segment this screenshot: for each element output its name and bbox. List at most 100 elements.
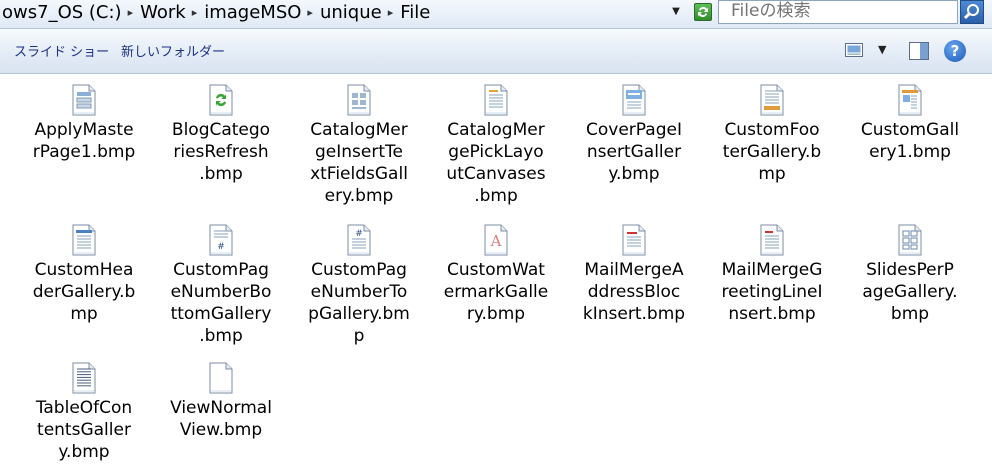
file-name: SlidesPerP ageGallery. bmp (852, 259, 968, 325)
file-name-line: TableOfCon (35, 398, 133, 418)
file-name-line: CustomHea (34, 260, 134, 280)
file-name-line: rPage1.bmp (32, 142, 136, 162)
file-name: MailMergeA ddressBloc kInsert.bmp (576, 259, 692, 325)
file-name-line: CustomPag (311, 260, 407, 280)
file-name-line: utCanvases (446, 164, 546, 184)
file-name-line: ry.bmp (466, 304, 526, 324)
breadcrumb-separator-icon[interactable]: ▸ (124, 6, 139, 19)
file-item[interactable]: ApplyMaste rPage1.bmp (26, 84, 142, 163)
breadcrumb-separator-icon[interactable]: ▸ (188, 6, 203, 19)
new-folder-button[interactable]: 新しいフォルダー (121, 41, 225, 60)
file-name-line: y.bmp (58, 442, 110, 462)
file-name: CustomGall ery1.bmp (852, 119, 968, 163)
file-item[interactable]: A CustomWat ermarkGalle ry.bmp (438, 224, 554, 325)
file-name: TableOfCon tentsGaller y.bmp (26, 397, 142, 463)
file-name: CatalogMer geInsertTe xtFieldsGall ery.bmp (301, 119, 417, 207)
file-name-line: ViewNormal (170, 398, 272, 418)
file-name-line: ermarkGalle (443, 282, 549, 302)
file-name-line: geInsertTe (315, 142, 403, 162)
catalog-layout-icon (483, 84, 509, 116)
breadcrumb-item[interactable]: ows7_OS (C:) (0, 2, 124, 23)
refresh-icon (698, 6, 708, 18)
file-name-line: .bmp (474, 186, 518, 206)
greeting-line-icon (759, 224, 785, 256)
search-button[interactable] (960, 0, 984, 24)
search-icon (963, 4, 979, 20)
file-item[interactable]: ViewNormal View.bmp (163, 362, 279, 441)
file-item[interactable]: CustomGall ery1.bmp (852, 84, 968, 163)
file-name-line: y.bmp (608, 164, 660, 184)
file-name-line: CatalogMer (447, 120, 545, 140)
header-page-icon (71, 224, 97, 256)
file-item[interactable]: # CustomPag eNumberBo ttomGallery .bmp (163, 224, 279, 347)
file-name-line: CoverPageI (586, 120, 682, 140)
file-name: CustomHea derGallery.b mp (26, 259, 142, 325)
command-bar: スライド ショー 新しいフォルダー ▼ ? (0, 29, 992, 74)
file-item[interactable]: MailMergeG reetingLineI nsert.bmp (714, 224, 830, 325)
file-item[interactable]: CatalogMer geInsertTe xtFieldsGall ery.bmp (301, 84, 417, 207)
breadcrumb-separator-icon[interactable]: ▸ (384, 6, 399, 19)
file-name-line: riesRefresh (173, 142, 269, 162)
file-name-line: xtFieldsGall (310, 164, 408, 184)
slideshow-button[interactable]: スライド ショー (14, 41, 109, 60)
file-name-line: reetingLineI (721, 282, 823, 302)
file-name-line: ageGallery. (862, 282, 958, 302)
file-name-line: CatalogMer (310, 120, 408, 140)
cover-page-icon (621, 84, 647, 116)
breadcrumb-item[interactable]: Work (138, 2, 188, 23)
svg-text:#: # (355, 229, 363, 239)
refresh-button[interactable] (694, 3, 712, 21)
file-name: ViewNormal View.bmp (163, 397, 279, 441)
breadcrumb-separator-icon[interactable]: ▸ (303, 6, 318, 19)
file-name-line: eNumberBo (170, 282, 272, 302)
page-number-top-icon: # (346, 224, 372, 256)
file-name-line: mp (70, 304, 98, 324)
file-item[interactable]: SlidesPerP ageGallery. bmp (852, 224, 968, 325)
watermark-page-icon: A (483, 224, 509, 256)
file-name-line: mp (758, 164, 786, 184)
file-name: CustomPag eNumberTo pGallery.bm p (301, 259, 417, 347)
search-input[interactable] (719, 1, 957, 21)
view-options-icon[interactable] (845, 43, 863, 57)
custom-gallery-icon (897, 84, 923, 116)
file-item[interactable]: TableOfCon tentsGaller y.bmp (26, 362, 142, 463)
slides-per-page-icon (897, 224, 923, 256)
file-item[interactable]: CustomHea derGallery.b mp (26, 224, 142, 325)
file-name-line: p (353, 326, 365, 346)
address-bar: ows7_OS (C:) ▸ Work ▸ imageMSO ▸ unique ▸ File ▼ (0, 0, 992, 29)
file-item[interactable]: CatalogMer gePickLayo utCanvases .bmp (438, 84, 554, 207)
breadcrumb-item[interactable]: imageMSO (202, 2, 303, 23)
file-name-line: terGallery.b (722, 142, 822, 162)
file-name-line: View.bmp (179, 420, 263, 440)
file-name-line: .bmp (199, 326, 243, 346)
file-name-line: derGallery.b (32, 282, 136, 302)
table-of-contents-icon (71, 362, 97, 394)
help-icon[interactable]: ? (944, 40, 966, 62)
file-name-line: ttomGallery (170, 304, 272, 324)
breadcrumb-item[interactable]: unique (318, 2, 384, 23)
file-item[interactable]: MailMergeA ddressBloc kInsert.bmp (576, 224, 692, 325)
file-item[interactable]: # CustomPag eNumberTo pGallery.bm p (301, 224, 417, 347)
file-name-line: CustomPag (173, 260, 269, 280)
file-name-line: .bmp (199, 164, 243, 184)
file-name: ApplyMaste rPage1.bmp (26, 119, 142, 163)
file-name-line: kInsert.bmp (582, 304, 686, 324)
view-chevron-down-icon[interactable]: ▼ (878, 43, 886, 56)
address-block-icon (621, 224, 647, 256)
file-name-line: CustomGall (860, 120, 960, 140)
breadcrumb: ows7_OS (C:) ▸ Work ▸ imageMSO ▸ unique ▸ File (0, 0, 690, 24)
preview-pane-icon[interactable] (909, 42, 929, 60)
file-name-line: nsertGaller (586, 142, 682, 162)
file-name-line: pGallery.bm (308, 304, 410, 324)
file-item[interactable]: BlogCatego riesRefresh .bmp (163, 84, 279, 185)
file-item[interactable]: CustomFoo terGallery.b mp (714, 84, 830, 185)
file-name-line: gePickLayo (448, 142, 544, 162)
file-name: CustomFoo terGallery.b mp (714, 119, 830, 185)
search-box[interactable] (718, 0, 958, 24)
file-name-line: ddressBloc (587, 282, 681, 302)
layout-page-icon (71, 84, 97, 116)
footer-page-icon (759, 84, 785, 116)
breadcrumb-item[interactable]: File (398, 2, 432, 23)
file-item[interactable]: CoverPageI nsertGaller y.bmp (576, 84, 692, 185)
address-history-chevron-down-icon[interactable]: ▼ (668, 4, 684, 20)
